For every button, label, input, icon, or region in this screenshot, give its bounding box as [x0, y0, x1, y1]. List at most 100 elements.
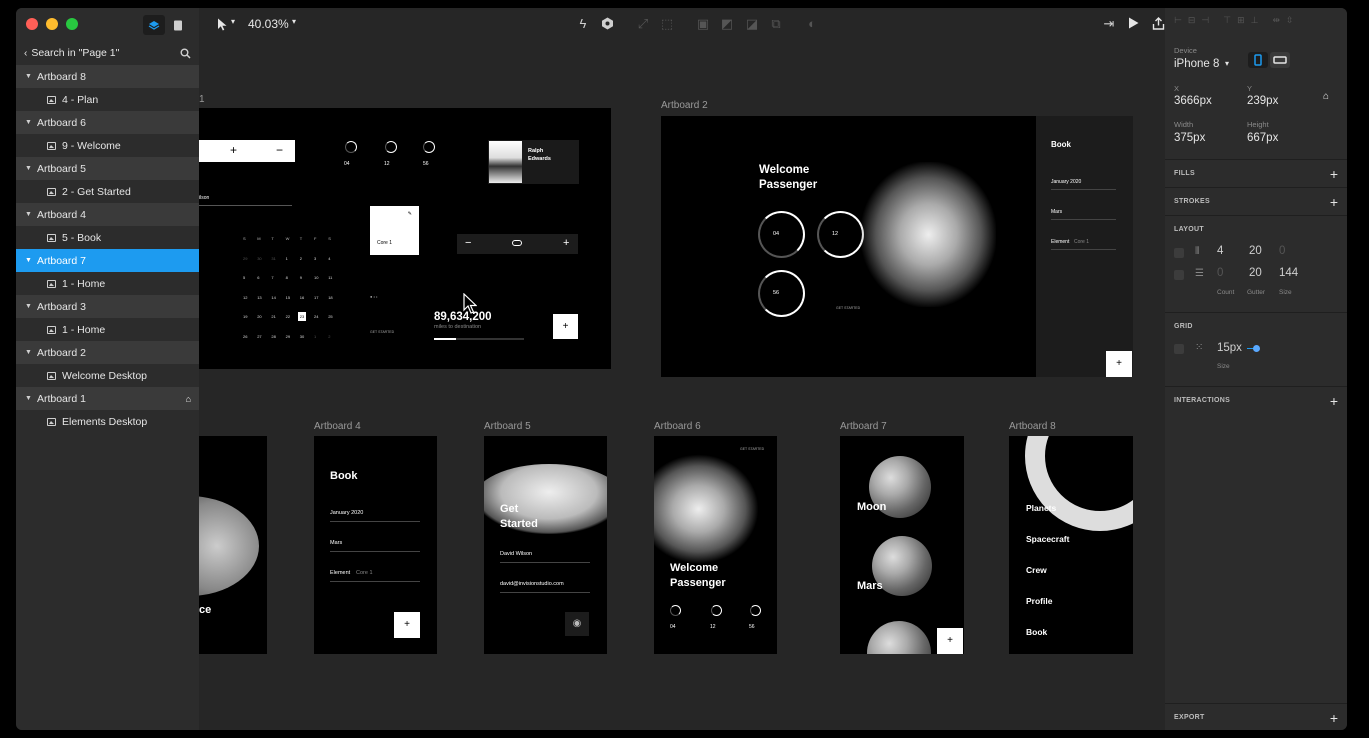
layer-item[interactable]: 1 - Home	[16, 318, 199, 341]
get-started-link[interactable]: GET STARTED	[836, 306, 860, 310]
fingerprint-icon[interactable]: ◉	[565, 612, 589, 636]
disclosure-triangle-icon[interactable]: ▼	[25, 119, 32, 126]
calendar-day[interactable]: 6	[257, 275, 259, 280]
close-window-button[interactable]	[26, 18, 38, 30]
disclosure-triangle-icon[interactable]: ▼	[25, 73, 32, 80]
plus-icon[interactable]: +	[563, 237, 569, 249]
pen-tool-icon[interactable]: ⤢	[636, 17, 650, 31]
layer-group-selected[interactable]: ▼ Artboard 7	[16, 249, 199, 272]
layer-item[interactable]: 4 - Plan	[16, 88, 199, 111]
artboard-7[interactable]: Moon Mars +	[840, 436, 964, 654]
layer-item[interactable]: 2 - Get Started	[16, 180, 199, 203]
artboard-5[interactable]: Get Started David Wilson david@invisions…	[484, 436, 607, 654]
artboard-1-label[interactable]: 1	[199, 94, 205, 105]
columns-size[interactable]: 0	[1279, 245, 1285, 257]
component-icon[interactable]	[600, 17, 614, 31]
design-canvas[interactable]: 1 + − ilson 04 12 56 Ralph Edwards ✎ Cor…	[199, 42, 1165, 730]
element-value[interactable]: Core 1	[1074, 239, 1089, 245]
calendar-day[interactable]: 27	[257, 334, 261, 339]
align-left-icon[interactable]: ⊢	[1174, 15, 1182, 26]
calendar-day[interactable]: 30	[257, 256, 261, 261]
artboard-7-label[interactable]: Artboard 7	[840, 421, 887, 432]
nav-item[interactable]: Planets	[1026, 503, 1056, 513]
artboard-5-label[interactable]: Artboard 5	[484, 421, 531, 432]
home-icon[interactable]: ⌂	[186, 394, 191, 404]
calendar-day[interactable]: 10	[314, 275, 318, 280]
x-field[interactable]: 3666px	[1174, 95, 1212, 107]
minus-icon[interactable]: −	[465, 237, 471, 249]
add-button[interactable]: +	[1106, 351, 1132, 377]
calendar-day[interactable]: 29	[286, 334, 290, 339]
layer-item[interactable]: Elements Desktop	[16, 410, 199, 433]
height-field[interactable]: 667px	[1247, 132, 1278, 144]
layer-item[interactable]: Welcome Desktop	[16, 364, 199, 387]
layers-tab[interactable]	[143, 15, 165, 35]
layer-item[interactable]: 5 - Book	[16, 226, 199, 249]
calendar-day[interactable]: 9	[300, 275, 302, 280]
rows-gutter[interactable]: 20	[1249, 267, 1262, 279]
y-field[interactable]: 239px	[1247, 95, 1278, 107]
maximize-window-button[interactable]	[66, 18, 78, 30]
nav-item[interactable]: Crew	[1026, 565, 1047, 575]
chevron-down-icon[interactable]: ▾	[231, 17, 235, 26]
calendar-day[interactable]: 26	[243, 334, 247, 339]
nav-item[interactable]: Profile	[1026, 596, 1052, 606]
columns-gutter[interactable]: 20	[1249, 245, 1262, 257]
grid-checkbox[interactable]	[1174, 344, 1184, 354]
components-tab[interactable]	[167, 15, 189, 35]
layer-item[interactable]: 1 - Home	[16, 272, 199, 295]
layout-columns-checkbox[interactable]	[1174, 248, 1184, 258]
artboard-2[interactable]: Welcome Passenger 04 12 56 GET STARTED B…	[661, 116, 1133, 377]
grid-color-dot[interactable]	[1253, 345, 1260, 352]
align-bottom-icon[interactable]: ⊥	[1251, 15, 1259, 26]
add-button[interactable]: +	[937, 628, 963, 654]
minus-icon[interactable]: −	[276, 143, 283, 157]
add-fill-button[interactable]: +	[1330, 167, 1338, 181]
grid-size-field[interactable]: 15px	[1217, 342, 1242, 354]
calendar-day[interactable]: 11	[328, 275, 332, 280]
date-value[interactable]: January 2020	[330, 510, 363, 516]
chevron-down-icon[interactable]: ▾	[1225, 59, 1229, 68]
add-stroke-button[interactable]: +	[1330, 195, 1338, 209]
export-door-icon[interactable]: ⇥	[1102, 17, 1116, 31]
stepper-control[interactable]: + −	[199, 140, 295, 162]
destination-value[interactable]: Mars	[1051, 209, 1062, 215]
home-icon[interactable]: ⌂	[1323, 91, 1329, 102]
calendar-day[interactable]: 28	[271, 334, 275, 339]
calendar-day[interactable]: 3	[314, 256, 316, 261]
artboard-6[interactable]: GET STARTED Welcome Passenger 04 12 56	[654, 436, 777, 654]
artboard-1[interactable]: + − ilson 04 12 56 Ralph Edwards ✎ Core …	[199, 108, 611, 369]
calendar-day[interactable]: 31	[271, 256, 275, 261]
calendar-day[interactable]: 29	[243, 256, 247, 261]
calendar-day[interactable]: 1	[286, 256, 288, 261]
destination-value[interactable]: Mars	[330, 540, 342, 546]
calendar-day[interactable]: 13	[257, 295, 261, 300]
layer-group[interactable]: ▼ Artboard 1 ⌂	[16, 387, 199, 410]
get-started-link[interactable]: GET STARTED	[370, 330, 394, 334]
calendar-day[interactable]: 20	[257, 314, 261, 319]
rows-size[interactable]: 144	[1279, 267, 1298, 279]
calendar-day[interactable]: 25	[328, 314, 332, 319]
device-select[interactable]: iPhone 8	[1174, 58, 1219, 70]
portrait-button[interactable]	[1248, 52, 1268, 68]
artboard-8[interactable]: Planets Spacecraft Crew Profile Book	[1009, 436, 1133, 654]
nav-item[interactable]: Spacecraft	[1026, 534, 1069, 544]
disclosure-triangle-icon[interactable]: ▼	[25, 349, 32, 356]
toggle-icon[interactable]	[512, 240, 522, 246]
disclosure-triangle-icon[interactable]: ▼	[25, 303, 32, 310]
calendar-day[interactable]: 7	[271, 275, 273, 280]
layer-item[interactable]: 9 - Welcome	[16, 134, 199, 157]
align-center-icon[interactable]: ⊟	[1188, 15, 1196, 26]
add-interaction-button[interactable]: +	[1330, 394, 1338, 408]
calendar-day[interactable]: 30	[300, 334, 304, 339]
width-field[interactable]: 375px	[1174, 132, 1205, 144]
frame-icon[interactable]: ⬚	[660, 17, 674, 31]
layer-group[interactable]: ▼ Artboard 6	[16, 111, 199, 134]
chevron-left-icon[interactable]: ‹	[24, 48, 27, 59]
get-started-link[interactable]: GET STARTED	[740, 447, 764, 451]
layer-group[interactable]: ▼ Artboard 2	[16, 341, 199, 364]
calendar-day[interactable]: 14	[271, 295, 275, 300]
layer-group[interactable]: ▼ Artboard 3	[16, 295, 199, 318]
play-preview-icon[interactable]	[1126, 17, 1140, 31]
search-icon[interactable]	[180, 48, 191, 59]
